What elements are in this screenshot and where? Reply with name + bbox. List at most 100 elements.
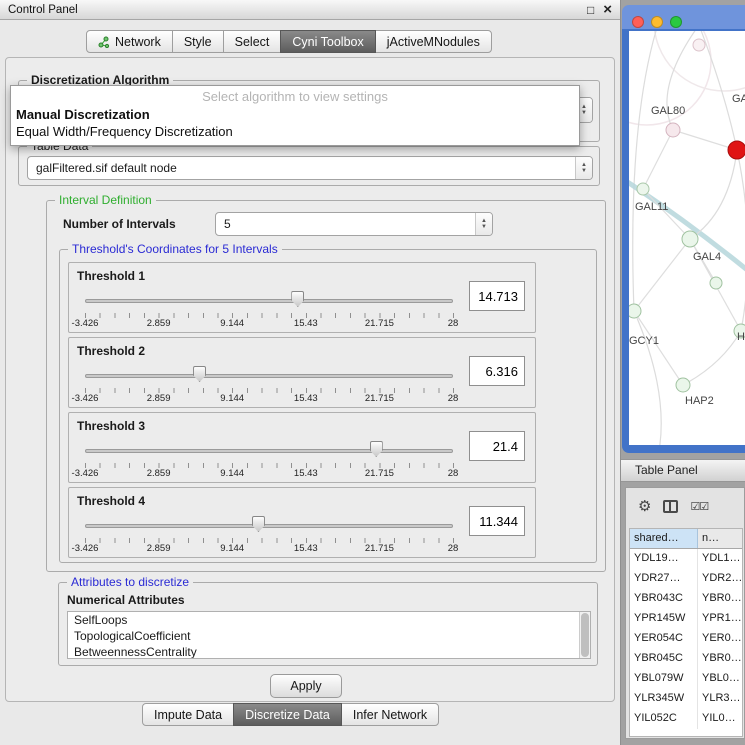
gear-icon[interactable]: ⚙ bbox=[638, 499, 651, 514]
list-item[interactable]: SelfLoops bbox=[68, 612, 590, 628]
tick-label: -3.426 bbox=[72, 543, 99, 554]
threshold-3-value-field[interactable] bbox=[469, 431, 525, 461]
tab-impute-data-label: Impute Data bbox=[154, 708, 222, 722]
table-row[interactable]: YLR345W YLR3… bbox=[630, 689, 742, 709]
slider-thumb[interactable] bbox=[291, 291, 304, 307]
node-label[interactable]: GCY1 bbox=[629, 335, 659, 347]
tab-infer-network[interactable]: Infer Network bbox=[341, 703, 439, 726]
float-window-icon[interactable]: □ bbox=[587, 3, 594, 17]
threshold-1-value-field[interactable] bbox=[469, 281, 525, 311]
tick-label: 28 bbox=[448, 543, 459, 554]
slider-track[interactable] bbox=[85, 449, 453, 453]
cell[interactable]: YPR145W bbox=[630, 609, 698, 629]
control-panel-titlebar: Control Panel □ × bbox=[0, 0, 620, 20]
list-scrollbar[interactable] bbox=[579, 612, 590, 658]
cell[interactable]: YDR2… bbox=[698, 569, 742, 589]
slider-thumb[interactable] bbox=[252, 516, 265, 532]
table-row[interactable]: YBR043C YBR0… bbox=[630, 589, 742, 609]
popup-option-manual-discretization[interactable]: Manual Discretization bbox=[11, 106, 579, 123]
cell[interactable]: YDR27… bbox=[630, 569, 698, 589]
table-row[interactable]: YDL19… YDL1… bbox=[630, 549, 742, 569]
tab-select[interactable]: Select bbox=[223, 30, 282, 53]
numerical-attributes-list[interactable]: SelfLoops TopologicalCoefficient Between… bbox=[67, 611, 591, 659]
tab-impute-data[interactable]: Impute Data bbox=[142, 703, 234, 726]
tick-label: -3.426 bbox=[72, 468, 99, 479]
tab-discretize-data[interactable]: Discretize Data bbox=[233, 703, 342, 726]
slider-track[interactable] bbox=[85, 524, 453, 528]
network-view-window: GAL80 GA GAL11 GAL4 GCY1 H HAP2 bbox=[622, 5, 745, 453]
table-data-combobox[interactable]: galFiltered.sif default node ▲ ▼ bbox=[27, 156, 593, 180]
scrollbar-thumb[interactable] bbox=[581, 613, 589, 657]
top-tab-bar: Network Style Select Cyni Toolbox jActiv… bbox=[86, 30, 492, 53]
cell[interactable]: YER0… bbox=[698, 629, 742, 649]
close-traffic-light-icon[interactable] bbox=[632, 16, 644, 28]
cell[interactable]: YBL0… bbox=[698, 669, 742, 689]
table-data-group: Table Data galFiltered.sif default node … bbox=[18, 146, 600, 186]
table-row[interactable]: YBR045C YBR0… bbox=[630, 649, 742, 669]
cell[interactable]: YIL052C bbox=[630, 709, 698, 729]
slider-thumb[interactable] bbox=[370, 441, 383, 457]
attributes-group-title: Attributes to discretize bbox=[67, 575, 193, 589]
cell[interactable]: YER054C bbox=[630, 629, 698, 649]
cell[interactable]: YLR3… bbox=[698, 689, 742, 709]
popup-option-equal-width-frequency[interactable]: Equal Width/Frequency Discretization bbox=[11, 123, 579, 140]
list-item[interactable]: TopologicalCoefficient bbox=[68, 628, 590, 644]
table-row[interactable]: YER054C YER0… bbox=[630, 629, 742, 649]
tick-label: -3.426 bbox=[72, 393, 99, 404]
slider-ticks bbox=[85, 313, 454, 318]
column-header-name[interactable]: n… bbox=[698, 529, 742, 548]
tab-network[interactable]: Network bbox=[86, 30, 173, 53]
slider-track[interactable] bbox=[85, 299, 453, 303]
tick-label: 15.43 bbox=[294, 318, 318, 329]
select-columns-icon[interactable]: ☑☑ bbox=[690, 500, 708, 513]
cell[interactable]: YBR0… bbox=[698, 649, 742, 669]
threshold-4-value-field[interactable] bbox=[469, 506, 525, 536]
minimize-traffic-light-icon[interactable] bbox=[651, 16, 663, 28]
combobox-stepper-icon[interactable]: ▲ ▼ bbox=[475, 213, 492, 235]
threshold-3-slider[interactable] bbox=[85, 441, 453, 461]
threshold-4-slider[interactable] bbox=[85, 516, 453, 536]
cell[interactable]: YBR045C bbox=[630, 649, 698, 669]
cell[interactable]: YDL19… bbox=[630, 549, 698, 569]
tab-style[interactable]: Style bbox=[172, 30, 224, 53]
table-row[interactable]: YBL079W YBL0… bbox=[630, 669, 742, 689]
node-label[interactable]: GA bbox=[732, 93, 745, 105]
threshold-2-slider[interactable] bbox=[85, 366, 453, 386]
tick-label: 2.859 bbox=[147, 468, 171, 479]
tick-label: 28 bbox=[448, 393, 459, 404]
zoom-traffic-light-icon[interactable] bbox=[670, 16, 682, 28]
slider-track[interactable] bbox=[85, 374, 453, 378]
tab-cyni-toolbox[interactable]: Cyni Toolbox bbox=[280, 30, 375, 53]
table-row[interactable]: YIL052C YIL0… bbox=[630, 709, 742, 729]
node-label[interactable]: H bbox=[737, 331, 745, 343]
list-item[interactable]: BetweennessCentrality bbox=[68, 644, 590, 659]
slider-thumb[interactable] bbox=[193, 366, 206, 382]
cell[interactable]: YDL1… bbox=[698, 549, 742, 569]
interval-definition-group: Interval Definition Number of Intervals … bbox=[46, 200, 606, 572]
number-of-intervals-combobox[interactable]: 5 ▲ ▼ bbox=[215, 212, 493, 236]
combobox-stepper-icon[interactable]: ▲ ▼ bbox=[575, 157, 592, 179]
cell[interactable]: YBR043C bbox=[630, 589, 698, 609]
node-label[interactable]: GAL80 bbox=[651, 105, 685, 117]
node-label[interactable]: GAL4 bbox=[693, 251, 721, 263]
network-canvas[interactable]: GAL80 GA GAL11 GAL4 GCY1 H HAP2 bbox=[629, 31, 745, 445]
tab-infer-network-label: Infer Network bbox=[353, 708, 427, 722]
table-row[interactable]: YDR27… YDR2… bbox=[630, 569, 742, 589]
node-label[interactable]: HAP2 bbox=[685, 395, 714, 407]
threshold-1-slider[interactable] bbox=[85, 291, 453, 311]
cyni-toolbox-panel: Discretization Algorithm ▲ ▼ Select algo… bbox=[5, 57, 615, 702]
cell[interactable]: YPR1… bbox=[698, 609, 742, 629]
node-label[interactable]: GAL11 bbox=[635, 201, 668, 213]
table-row[interactable]: YPR145W YPR1… bbox=[630, 609, 742, 629]
cell[interactable]: YBL079W bbox=[630, 669, 698, 689]
column-header-shared-name[interactable]: shared… bbox=[630, 529, 698, 548]
cell[interactable]: YBR0… bbox=[698, 589, 742, 609]
tab-jactivemnodules[interactable]: jActiveMNodules bbox=[375, 30, 492, 53]
columns-icon[interactable] bbox=[663, 500, 678, 513]
cell[interactable]: YLR345W bbox=[630, 689, 698, 709]
close-icon[interactable]: × bbox=[603, 4, 612, 16]
cell[interactable]: YIL0… bbox=[698, 709, 742, 729]
apply-button[interactable]: Apply bbox=[270, 674, 342, 698]
threshold-2-value-field[interactable] bbox=[469, 356, 525, 386]
table-panel-header[interactable]: Table Panel bbox=[621, 459, 745, 482]
